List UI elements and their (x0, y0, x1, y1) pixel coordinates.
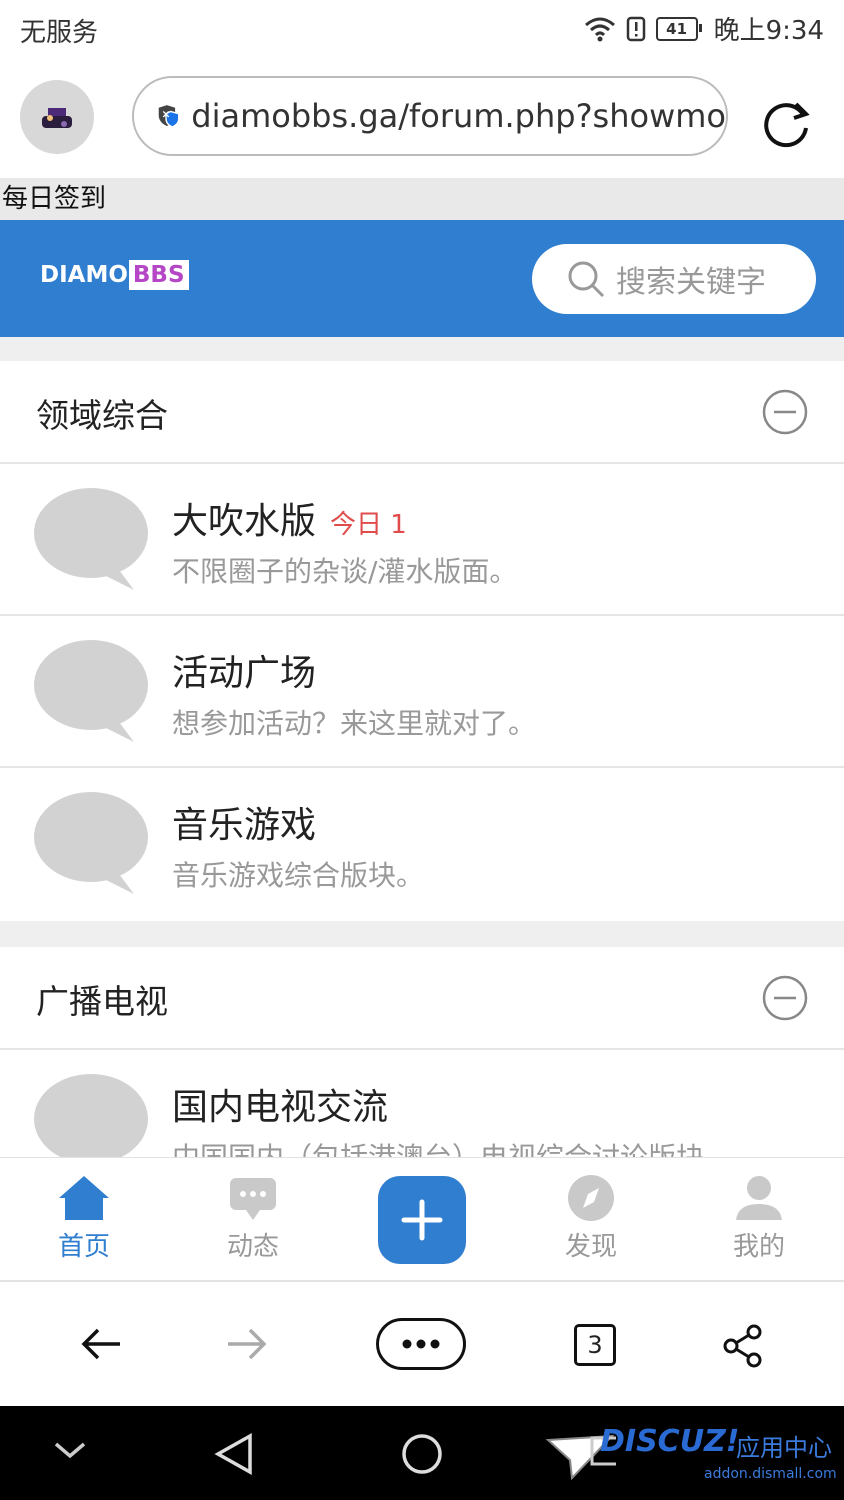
tabs-button[interactable]: 3 (574, 1324, 616, 1366)
forum-description: 想参加活动？来这里就对了。 (172, 707, 537, 740)
nav-discover[interactable]: 发现 (531, 1158, 651, 1283)
logo-text-left: DIAMO (40, 262, 128, 288)
search-icon (568, 261, 605, 298)
speech-bubble-icon (34, 792, 148, 894)
avatar-figure-icon (42, 108, 72, 128)
wifi-icon (584, 17, 615, 41)
daily-checkin-link[interactable]: 每日签到 (0, 178, 844, 220)
section-header[interactable]: 领域综合 (0, 361, 844, 464)
nav-label: 我的 (732, 1232, 785, 1262)
speech-bubble-icon (34, 488, 148, 590)
status-bar: 无服务 41 晚上9:34 (0, 0, 844, 58)
home-icon (59, 1176, 109, 1220)
divider (0, 921, 844, 947)
browser-address-bar: diamobbs.ga/forum.php?showmo (0, 58, 844, 178)
speech-bubble-icon (34, 640, 148, 742)
watermark-cn: 应用中心 (736, 1434, 832, 1462)
forum-row[interactable]: 音乐游戏 音乐游戏综合版块。 (0, 768, 844, 920)
url-bar[interactable]: diamobbs.ga/forum.php?showmo (132, 76, 728, 156)
watermark-brand: DISCUZ! (600, 1424, 740, 1459)
forum-name: 音乐游戏 (172, 805, 317, 846)
nav-label: 发现 (564, 1232, 617, 1262)
forum-name: 大吹水版 (172, 501, 317, 542)
section-title: 广播电视 (36, 982, 168, 1021)
forward-arrow-icon[interactable] (226, 1326, 268, 1362)
watermark-url: addon.dismall.com (704, 1466, 837, 1482)
divider (0, 337, 844, 361)
system-home-icon[interactable] (400, 1432, 444, 1476)
logo-text-right: BBS (128, 260, 189, 290)
speech-bubble-icon (34, 1074, 148, 1157)
forum-title: 大吹水版 今日 1 (172, 492, 407, 544)
forum-description: 中国国内（包括港澳台）电视综合讨论版块 (172, 1136, 704, 1157)
collapse-icon[interactable] (762, 389, 808, 435)
site-logo[interactable]: DIAMO BBS (40, 260, 189, 290)
sim-alert-icon (626, 16, 645, 41)
forum-row[interactable]: 国内电视交流 中国国内（包括港澳台）电视综合讨论版块 (0, 1050, 844, 1157)
forum-name: 活动广场 (172, 653, 317, 694)
forum-row[interactable]: 大吹水版 今日 1 不限圈子的杂谈/灌水版面。 (0, 464, 844, 616)
forum-name: 国内电视交流 (172, 1087, 389, 1128)
forum-description: 不限圈子的杂谈/灌水版面。 (172, 555, 518, 588)
chat-icon (230, 1178, 276, 1220)
site-header: DIAMO BBS 搜索关键字 (0, 220, 844, 337)
avatar[interactable] (20, 80, 94, 154)
app-bottom-nav: 首页 动态 发现 我的 (0, 1157, 844, 1282)
menu-button[interactable] (376, 1318, 466, 1370)
nav-profile[interactable]: 我的 (699, 1158, 819, 1283)
reload-icon[interactable] (760, 96, 816, 152)
user-icon (736, 1176, 782, 1220)
plus-icon (401, 1199, 443, 1241)
search-placeholder: 搜索关键字 (616, 265, 766, 300)
search-input[interactable]: 搜索关键字 (532, 244, 816, 314)
nav-activity[interactable]: 动态 (193, 1158, 313, 1283)
share-icon[interactable] (722, 1324, 764, 1368)
back-arrow-icon[interactable] (80, 1326, 122, 1362)
url-text: diamobbs.ga/forum.php?showmo (191, 97, 726, 135)
section-title: 领域综合 (36, 396, 168, 435)
more-icon (402, 1339, 440, 1349)
new-post-button[interactable] (378, 1176, 466, 1264)
clock-text: 晚上9:34 (713, 16, 824, 46)
collapse-icon[interactable] (762, 975, 808, 1021)
browser-toolbar: 3 (0, 1284, 844, 1406)
nav-label: 动态 (226, 1232, 279, 1262)
status-right: 41 晚上9:34 (584, 10, 824, 47)
system-back-icon[interactable] (212, 1432, 254, 1476)
battery-indicator: 41 (655, 16, 702, 41)
carrier-text: 无服务 (20, 18, 99, 48)
section-header[interactable]: 广播电视 (0, 947, 844, 1050)
shield-icon (158, 105, 180, 128)
nav-label: 首页 (57, 1232, 110, 1262)
nav-home[interactable]: 首页 (24, 1158, 144, 1283)
today-count-badge: 今日 1 (330, 510, 407, 540)
forum-row[interactable]: 活动广场 想参加活动？来这里就对了。 (0, 616, 844, 768)
collapse-nav-icon[interactable] (52, 1438, 88, 1462)
forum-description: 音乐游戏综合版块。 (172, 859, 425, 892)
compass-icon (568, 1175, 614, 1221)
system-nav-bar: DISCUZ! 应用中心 addon.dismall.com (0, 1406, 844, 1500)
